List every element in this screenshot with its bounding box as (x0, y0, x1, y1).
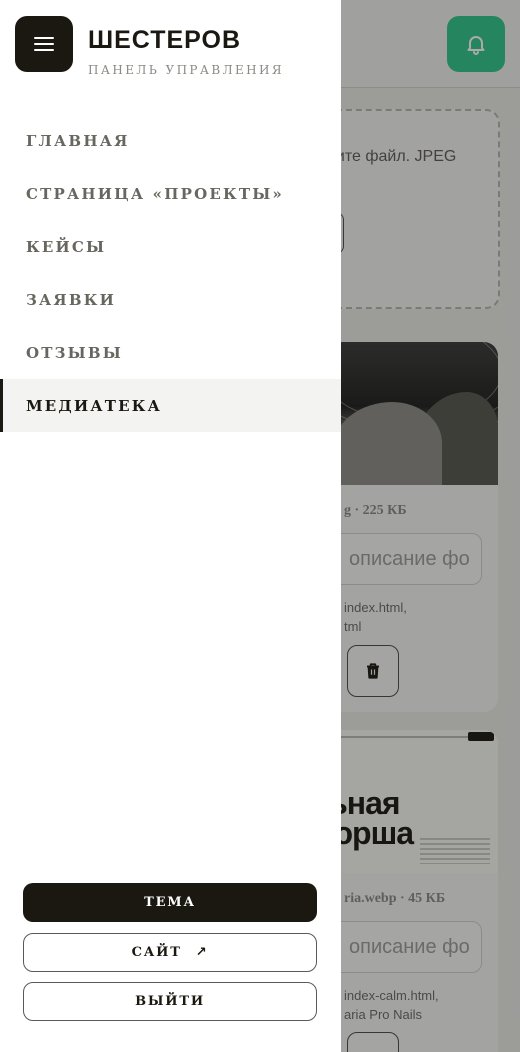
nav-item-media-library[interactable]: МЕДИАТЕКА (0, 379, 341, 432)
brand-subtitle: ПАНЕЛЬ УПРАВЛЕНИЯ (88, 63, 285, 77)
site-button[interactable]: САЙТ ↗ (23, 933, 317, 972)
menu-toggle-button[interactable] (15, 16, 73, 72)
external-arrow-icon: ↗ (195, 945, 209, 960)
logout-button-label: ВЫЙТИ (135, 994, 205, 1009)
nav-item-cases[interactable]: КЕЙСЫ (0, 220, 341, 273)
menu-icon (34, 37, 54, 51)
nav-item-home[interactable]: ГЛАВНАЯ (0, 114, 341, 167)
nav-item-reviews[interactable]: ОТЗЫВЫ (0, 326, 341, 379)
side-drawer: ШЕСТЕРОВ ПАНЕЛЬ УПРАВЛЕНИЯ ГЛАВНАЯ СТРАН… (0, 0, 341, 1052)
site-button-label: САЙТ (131, 945, 182, 960)
brand-title: ШЕСТЕРОВ (88, 26, 242, 54)
nav-item-requests[interactable]: ЗАЯВКИ (0, 273, 341, 326)
drawer-nav: ГЛАВНАЯ СТРАНИЦА «ПРОЕКТЫ» КЕЙСЫ ЗАЯВКИ … (0, 114, 341, 432)
logout-button[interactable]: ВЫЙТИ (23, 982, 317, 1021)
nav-item-projects-page[interactable]: СТРАНИЦА «ПРОЕКТЫ» (0, 167, 341, 220)
theme-button-label: ТЕМА (144, 895, 196, 910)
theme-button[interactable]: ТЕМА (23, 883, 317, 922)
